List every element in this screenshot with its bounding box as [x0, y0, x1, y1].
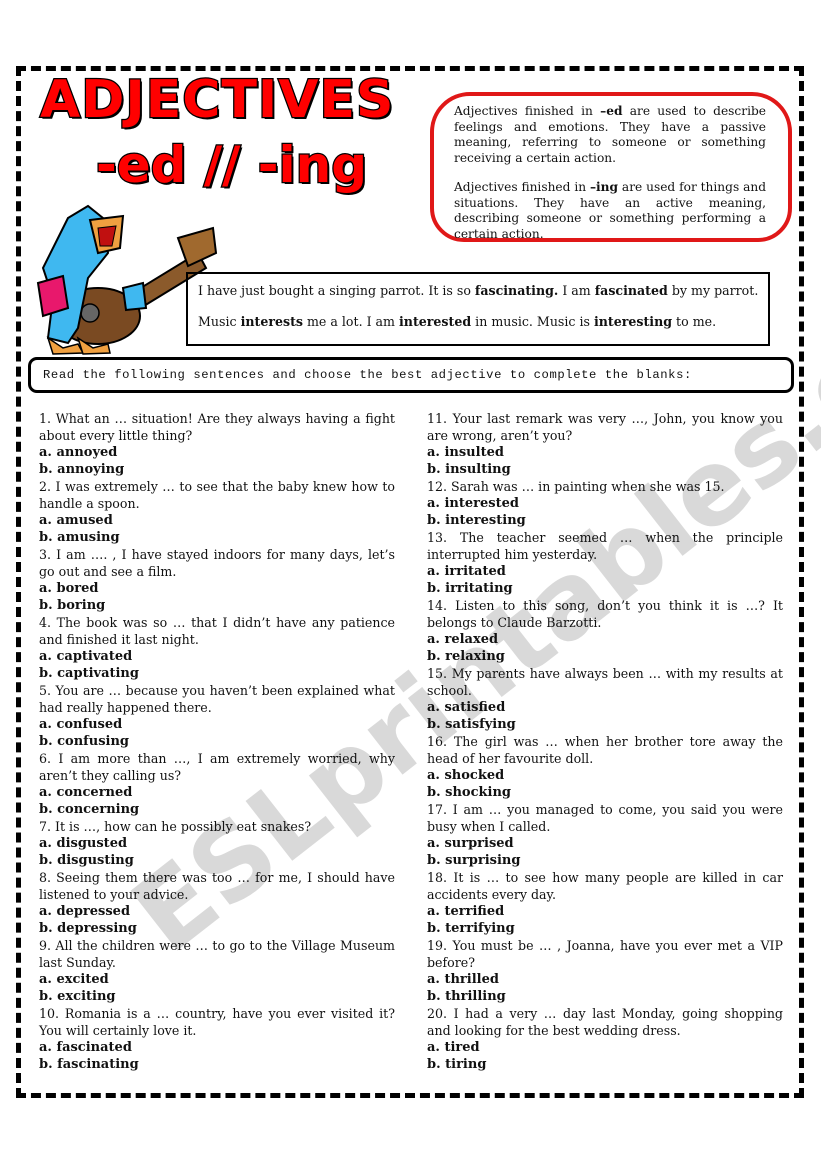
- option-a[interactable]: a. surprised: [427, 835, 783, 852]
- option-a[interactable]: a. concerned: [39, 784, 395, 801]
- option-b[interactable]: b. relaxing: [427, 648, 783, 665]
- example-box: I have just bought a singing parrot. It …: [186, 272, 770, 346]
- option-a[interactable]: a. relaxed: [427, 631, 783, 648]
- option-a[interactable]: a. interested: [427, 495, 783, 512]
- question-item: 2. I was extremely … to see that the bab…: [39, 478, 395, 546]
- option-b[interactable]: b. satisfying: [427, 716, 783, 733]
- question-item: 4. The book was so … that I didn’t have …: [39, 614, 395, 682]
- option-a[interactable]: a. amused: [39, 512, 395, 529]
- question-item: 1. What an … situation! Are they always …: [39, 410, 395, 478]
- question-text: 9. All the children were … to go to the …: [39, 938, 395, 970]
- ing-suffix: –ing: [589, 180, 619, 194]
- question-text: 1. What an … situation! Are they always …: [39, 411, 395, 443]
- option-a[interactable]: a. captivated: [39, 648, 395, 665]
- question-text: 13. The teacher seemed … when the princi…: [427, 530, 783, 562]
- worksheet-subtitle: -ed // -ing: [95, 136, 369, 194]
- option-a[interactable]: a. bored: [39, 580, 395, 597]
- option-b[interactable]: b. confusing: [39, 733, 395, 750]
- question-item: 20. I had a very … day last Monday, goin…: [427, 1005, 783, 1073]
- question-item: 16. The girl was … when her brother tore…: [427, 733, 783, 801]
- question-text: 14. Listen to this song, don’t you think…: [427, 598, 783, 630]
- question-item: 14. Listen to this song, don’t you think…: [427, 597, 783, 665]
- question-item: 5. You are … because you haven’t been ex…: [39, 682, 395, 750]
- option-b[interactable]: b. concerning: [39, 801, 395, 818]
- option-a[interactable]: a. depressed: [39, 903, 395, 920]
- question-text: 4. The book was so … that I didn’t have …: [39, 615, 395, 647]
- option-b[interactable]: b. annoying: [39, 461, 395, 478]
- question-item: 18. It is … to see how many people are k…: [427, 869, 783, 937]
- option-b[interactable]: b. thrilling: [427, 988, 783, 1005]
- option-b[interactable]: b. exciting: [39, 988, 395, 1005]
- option-b[interactable]: b. surprising: [427, 852, 783, 869]
- option-a[interactable]: a. terrified: [427, 903, 783, 920]
- question-item: 8. Seeing them there was too … for me, I…: [39, 869, 395, 937]
- rule-callout: Adjectives finished in –ed are used to d…: [430, 92, 792, 242]
- question-text: 16. The girl was … when her brother tore…: [427, 734, 783, 766]
- option-b[interactable]: b. boring: [39, 597, 395, 614]
- option-b[interactable]: b. insulting: [427, 461, 783, 478]
- option-b[interactable]: b. amusing: [39, 529, 395, 546]
- option-a[interactable]: a. annoyed: [39, 444, 395, 461]
- question-text: 7. It is …, how can he possibly eat snak…: [39, 819, 312, 834]
- option-b[interactable]: b. fascinating: [39, 1056, 395, 1073]
- question-item: 10. Romania is a … country, have you eve…: [39, 1005, 395, 1073]
- example-line-2: Music interests me a lot. I am intereste…: [198, 314, 717, 329]
- question-item: 6. I am more than …, I am extremely worr…: [39, 750, 395, 818]
- option-a[interactable]: a. disgusted: [39, 835, 395, 852]
- option-a[interactable]: a. excited: [39, 971, 395, 988]
- question-item: 19. You must be … , Joanna, have you eve…: [427, 937, 783, 1005]
- question-text: 3. I am …. , I have stayed indoors for m…: [39, 547, 395, 579]
- option-b[interactable]: b. interesting: [427, 512, 783, 529]
- parrot-sleeve: [36, 274, 70, 318]
- question-text: 8. Seeing them there was too … for me, I…: [39, 870, 395, 902]
- option-a[interactable]: a. fascinated: [39, 1039, 395, 1056]
- ed-suffix: –ed: [600, 104, 623, 118]
- question-text: 5. You are … because you haven’t been ex…: [39, 683, 395, 715]
- question-item: 9. All the children were … to go to the …: [39, 937, 395, 1005]
- question-item: 15. My parents have always been … with m…: [427, 665, 783, 733]
- option-a[interactable]: a. confused: [39, 716, 395, 733]
- question-text: 15. My parents have always been … with m…: [427, 666, 783, 698]
- question-item: 3. I am …. , I have stayed indoors for m…: [39, 546, 395, 614]
- example-line-1: I have just bought a singing parrot. It …: [198, 283, 759, 298]
- questions-left-column: 1. What an … situation! Are they always …: [39, 410, 395, 1073]
- option-a[interactable]: a. satisfied: [427, 699, 783, 716]
- question-text: 2. I was extremely … to see that the bab…: [39, 479, 395, 511]
- option-a[interactable]: a. shocked: [427, 767, 783, 784]
- question-text: 19. You must be … , Joanna, have you eve…: [427, 938, 783, 970]
- option-a[interactable]: a. tired: [427, 1039, 783, 1056]
- question-text: 6. I am more than …, I am extremely worr…: [39, 751, 395, 783]
- question-text: 10. Romania is a … country, have you eve…: [39, 1006, 395, 1038]
- question-text: 18. It is … to see how many people are k…: [427, 870, 783, 902]
- option-b[interactable]: b. terrifying: [427, 920, 783, 937]
- option-a[interactable]: a. insulted: [427, 444, 783, 461]
- question-text: 12. Sarah was … in painting when she was…: [427, 479, 725, 494]
- instructions: Read the following sentences and choose …: [28, 357, 794, 393]
- question-item: 7. It is …, how can he possibly eat snak…: [39, 818, 395, 869]
- ed-rule: Adjectives finished in –ed are used to d…: [454, 104, 766, 165]
- question-item: 12. Sarah was … in painting when she was…: [427, 478, 783, 529]
- question-text: 20. I had a very … day last Monday, goin…: [427, 1006, 783, 1038]
- option-b[interactable]: b. depressing: [39, 920, 395, 937]
- question-item: 11. Your last remark was very …, John, y…: [427, 410, 783, 478]
- option-b[interactable]: b. disgusting: [39, 852, 395, 869]
- question-text: 11. Your last remark was very …, John, y…: [427, 411, 783, 443]
- question-text: 17. I am … you managed to come, you said…: [427, 802, 783, 834]
- worksheet-title: ADJECTIVES: [39, 70, 395, 130]
- question-item: 13. The teacher seemed … when the princi…: [427, 529, 783, 597]
- option-a[interactable]: a. irritated: [427, 563, 783, 580]
- option-b[interactable]: b. captivating: [39, 665, 395, 682]
- option-b[interactable]: b. irritating: [427, 580, 783, 597]
- option-b[interactable]: b. tiring: [427, 1056, 783, 1073]
- ing-rule: Adjectives finished in –ing are used for…: [454, 180, 766, 241]
- question-item: 17. I am … you managed to come, you said…: [427, 801, 783, 869]
- questions-right-column: 11. Your last remark was very …, John, y…: [427, 410, 783, 1073]
- option-a[interactable]: a. thrilled: [427, 971, 783, 988]
- option-b[interactable]: b. shocking: [427, 784, 783, 801]
